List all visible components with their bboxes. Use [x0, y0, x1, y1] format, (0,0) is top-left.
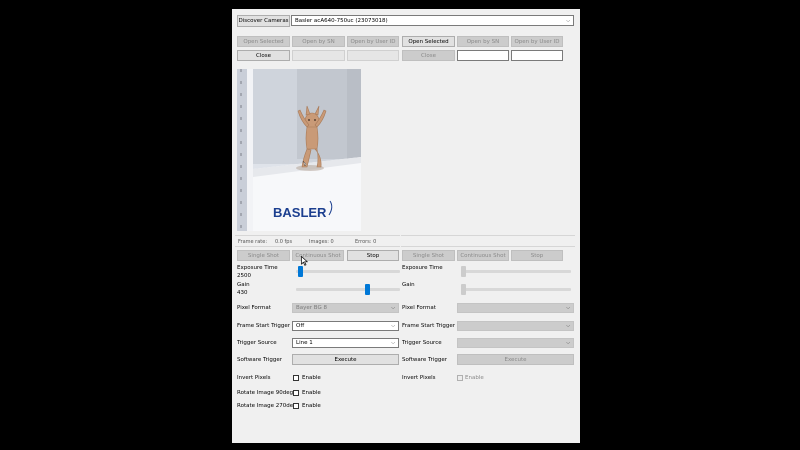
left-exposure-label: Exposure Time	[237, 265, 278, 271]
chevron-down-icon: ⌵	[391, 305, 395, 311]
mouse-cursor-icon	[301, 256, 308, 266]
right-frame-start-trigger-label: Frame Start Trigger	[402, 323, 456, 329]
chevron-down-icon: ⌵	[391, 323, 395, 329]
left-user-id-input[interactable]	[347, 50, 399, 61]
right-open-by-sn-button[interactable]: Open by SN	[457, 36, 509, 47]
right-image-view	[402, 69, 574, 231]
left-gain-label: Gain	[237, 282, 250, 288]
right-pixel-format-select[interactable]: ⌵	[457, 303, 574, 313]
chevron-down-icon: ⌵	[566, 323, 570, 329]
right-exposure-slider-track[interactable]	[461, 270, 571, 273]
left-software-trigger-label: Software Trigger	[237, 357, 282, 363]
chevron-down-icon: ⌵	[391, 340, 395, 346]
camera-image-view: BASLER	[237, 69, 361, 231]
left-execute-button[interactable]: Execute	[292, 354, 399, 365]
right-software-trigger-label: Software Trigger	[402, 357, 447, 363]
right-frame-start-trigger-select[interactable]: ⌵	[457, 321, 574, 331]
left-rotate-270-label: Rotate Image 270deg	[237, 403, 297, 409]
basler-logo: BASLER	[273, 205, 327, 220]
right-open-by-user-id-button[interactable]: Open by User ID	[511, 36, 563, 47]
right-gain-slider-thumb[interactable]	[461, 284, 466, 295]
right-gain-label: Gain	[402, 282, 415, 288]
left-single-shot-button[interactable]: Single Shot	[237, 250, 290, 261]
right-invert-pixels-enable-label: Enable	[465, 375, 484, 381]
left-rotate-90-checkbox[interactable]	[293, 390, 299, 396]
left-frame-start-trigger-value: Off	[296, 323, 305, 329]
chevron-down-icon: ⌵	[566, 17, 570, 24]
left-rotate-270-checkbox[interactable]	[293, 403, 299, 409]
left-invert-pixels-label: Invert Pixels	[237, 375, 271, 381]
right-user-id-input[interactable]	[511, 50, 563, 61]
left-status-bar: Frame rate: 0.0 fps Images: 0 Errors: 0	[235, 235, 400, 247]
frame-rate-value: 0.0 fps	[275, 239, 293, 245]
left-pixel-format-label: Pixel Format	[237, 305, 271, 311]
right-sn-input[interactable]	[457, 50, 509, 61]
right-gain-slider-track[interactable]	[461, 288, 571, 291]
right-continuous-shot-button[interactable]: Continuous Shot	[457, 250, 509, 261]
chevron-down-icon: ⌵	[566, 305, 570, 311]
left-gain-slider-thumb[interactable]	[365, 284, 371, 295]
frame-rate-label: Frame rate:	[238, 239, 268, 245]
discover-cameras-button[interactable]: Discover Cameras	[237, 15, 290, 27]
left-rotate-90-label: Rotate Image 90deg	[237, 390, 294, 396]
left-rotate-270-enable-label: Enable	[302, 403, 321, 409]
left-trigger-source-select[interactable]: Line 1 ⌵	[292, 338, 399, 348]
left-gain-slider-track[interactable]	[296, 288, 400, 291]
camera-select[interactable]: Basler acA640-750uc (23073018) ⌵	[291, 15, 574, 26]
left-exposure-slider-track[interactable]	[296, 270, 400, 273]
right-exposure-label: Exposure Time	[402, 265, 443, 271]
right-execute-button[interactable]: Execute	[457, 354, 574, 365]
left-trigger-source-label: Trigger Source	[237, 340, 277, 346]
left-close-button[interactable]: Close	[237, 50, 290, 61]
left-continuous-shot-button[interactable]: Continuous Shot	[292, 250, 344, 261]
left-open-selected-button[interactable]: Open Selected	[237, 36, 290, 47]
right-trigger-source-select[interactable]: ⌵	[457, 338, 574, 348]
left-exposure-slider-thumb[interactable]	[297, 266, 303, 277]
left-trigger-source-value: Line 1	[296, 340, 313, 346]
errors-count: Errors: 0	[355, 239, 377, 245]
left-rotate-90-enable-label: Enable	[302, 390, 321, 396]
camera-image: BASLER	[237, 69, 361, 231]
left-sn-input[interactable]	[292, 50, 345, 61]
left-invert-pixels-enable-label: Enable	[302, 375, 321, 381]
left-open-by-sn-button[interactable]: Open by SN	[292, 36, 345, 47]
right-open-selected-button[interactable]: Open Selected	[402, 36, 455, 47]
left-open-by-user-id-button[interactable]: Open by User ID	[347, 36, 399, 47]
app-window: Discover Cameras Basler acA640-750uc (23…	[232, 9, 580, 443]
left-exposure-value: 2500	[237, 273, 251, 279]
left-frame-start-trigger-label: Frame Start Trigger	[237, 323, 291, 329]
left-invert-pixels-checkbox[interactable]	[293, 375, 299, 381]
images-count: Images: 0	[309, 239, 334, 245]
right-close-button[interactable]: Close	[402, 50, 455, 61]
right-stop-button[interactable]: Stop	[511, 250, 563, 261]
left-pixel-format-value: Bayer BG 8	[296, 305, 327, 311]
left-pixel-format-select[interactable]: Bayer BG 8 ⌵	[292, 303, 399, 313]
camera-select-value: Basler acA640-750uc (23073018)	[295, 17, 388, 24]
chevron-down-icon: ⌵	[566, 340, 570, 346]
right-pixel-format-label: Pixel Format	[402, 305, 436, 311]
right-trigger-source-label: Trigger Source	[402, 340, 442, 346]
right-single-shot-button[interactable]: Single Shot	[402, 250, 455, 261]
right-status-bar	[401, 235, 575, 247]
right-exposure-slider-thumb[interactable]	[461, 266, 466, 277]
right-invert-pixels-checkbox[interactable]	[457, 375, 463, 381]
left-frame-start-trigger-select[interactable]: Off ⌵	[292, 321, 399, 331]
right-invert-pixels-label: Invert Pixels	[402, 375, 436, 381]
left-stop-button[interactable]: Stop	[347, 250, 399, 261]
left-gain-value: 430	[237, 290, 248, 296]
